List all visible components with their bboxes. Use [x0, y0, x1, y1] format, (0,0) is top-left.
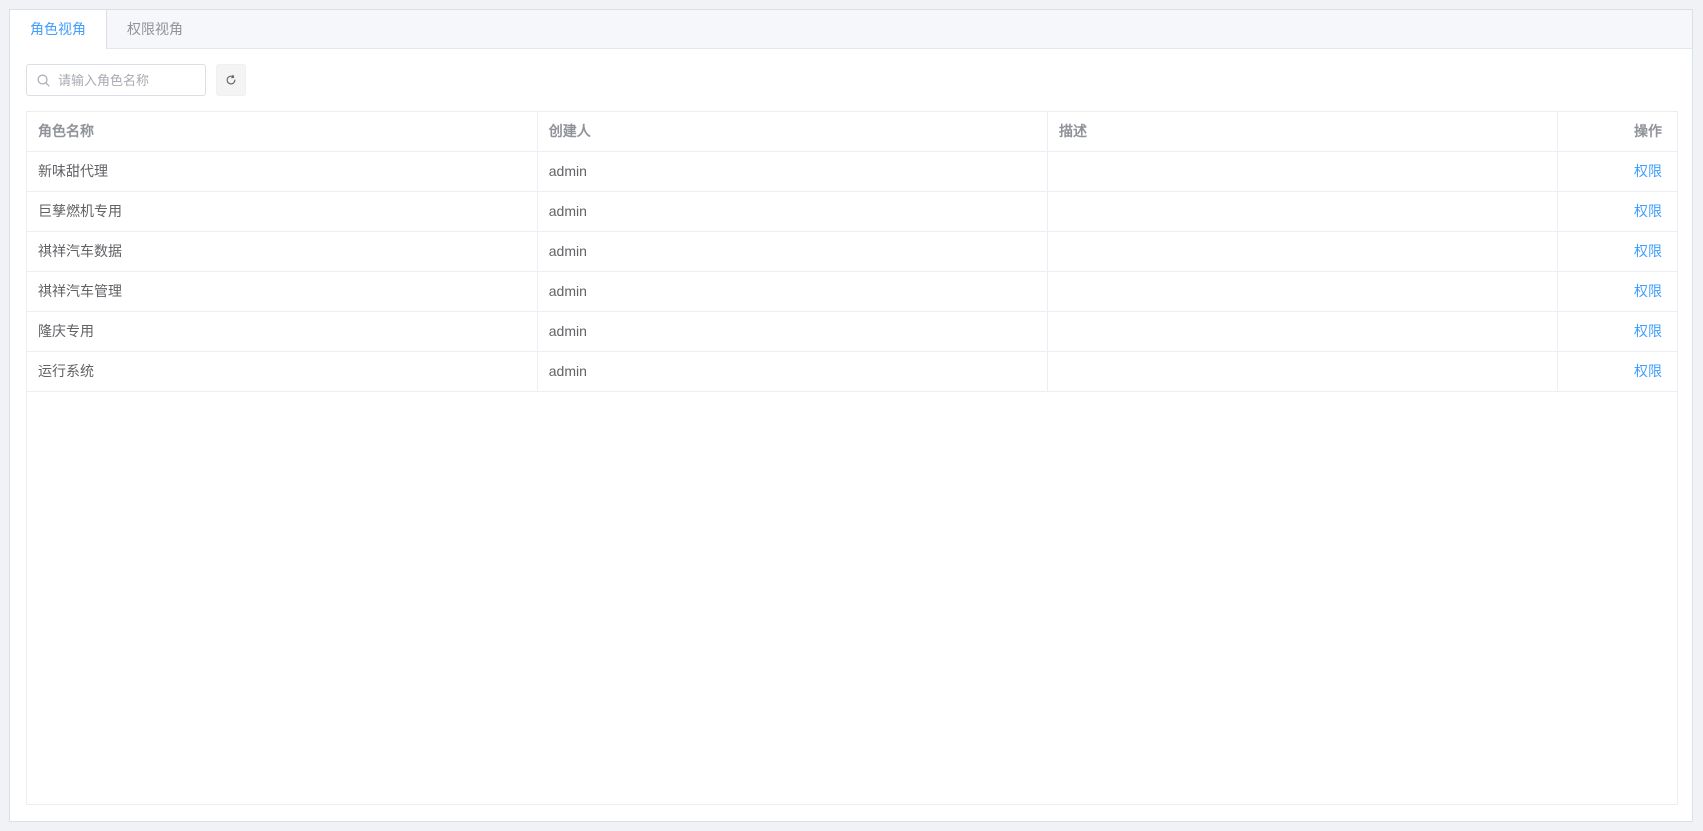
table-row: 祺祥汽车数据 admin 权限 [27, 231, 1677, 272]
cell-role-name: 新味甜代理 [27, 151, 538, 192]
table-row: 巨孳燃机专用 admin 权限 [27, 191, 1677, 232]
cell-creator: admin [537, 271, 1049, 312]
cell-description [1047, 271, 1559, 312]
permission-link[interactable]: 权限 [1634, 283, 1662, 299]
table-row: 新味甜代理 admin 权限 [27, 151, 1677, 192]
column-header-description: 描述 [1047, 112, 1559, 152]
table-header-row: 角色名称 创建人 描述 操作 [27, 112, 1677, 152]
cell-creator: admin [537, 191, 1049, 232]
column-header-actions: 操作 [1557, 112, 1677, 152]
cell-actions: 权限 [1557, 191, 1677, 232]
toolbar [26, 64, 246, 96]
cell-description [1047, 151, 1559, 192]
cell-role-name: 祺祥汽车数据 [27, 231, 538, 272]
permission-link[interactable]: 权限 [1634, 163, 1662, 179]
cell-creator: admin [537, 231, 1049, 272]
cell-role-name: 隆庆专用 [27, 311, 538, 352]
refresh-icon [226, 74, 236, 85]
cell-description [1047, 311, 1559, 352]
table-row: 祺祥汽车管理 admin 权限 [27, 271, 1677, 312]
search-icon [37, 74, 50, 86]
cell-description [1047, 191, 1559, 232]
search-input[interactable] [58, 72, 198, 88]
view-tabs: 角色视角 权限视角 [10, 10, 1692, 49]
refresh-button[interactable] [216, 64, 246, 96]
column-header-role-name: 角色名称 [27, 112, 538, 152]
search-box [26, 64, 206, 96]
cell-description [1047, 351, 1559, 392]
cell-creator: admin [537, 151, 1049, 192]
cell-actions: 权限 [1557, 151, 1677, 192]
cell-actions: 权限 [1557, 271, 1677, 312]
cell-actions: 权限 [1557, 351, 1677, 392]
cell-actions: 权限 [1557, 311, 1677, 352]
cell-role-name: 祺祥汽车管理 [27, 271, 538, 312]
cell-creator: admin [537, 311, 1049, 352]
table-row: 运行系统 admin 权限 [27, 351, 1677, 392]
permission-link[interactable]: 权限 [1634, 243, 1662, 259]
role-table: 角色名称 创建人 描述 操作 新味甜代理 admin 权限 巨孳燃机专用 adm… [26, 111, 1678, 805]
cell-role-name: 巨孳燃机专用 [27, 191, 538, 232]
cell-role-name: 运行系统 [27, 351, 538, 392]
permission-link[interactable]: 权限 [1634, 363, 1662, 379]
tab-permission-view[interactable]: 权限视角 [107, 10, 203, 48]
permission-link[interactable]: 权限 [1634, 203, 1662, 219]
cell-description [1047, 231, 1559, 272]
table-row: 隆庆专用 admin 权限 [27, 311, 1677, 352]
column-header-creator: 创建人 [537, 112, 1049, 152]
permission-link[interactable]: 权限 [1634, 323, 1662, 339]
cell-creator: admin [537, 351, 1049, 392]
tab-role-view[interactable]: 角色视角 [10, 10, 107, 49]
cell-actions: 权限 [1557, 231, 1677, 272]
